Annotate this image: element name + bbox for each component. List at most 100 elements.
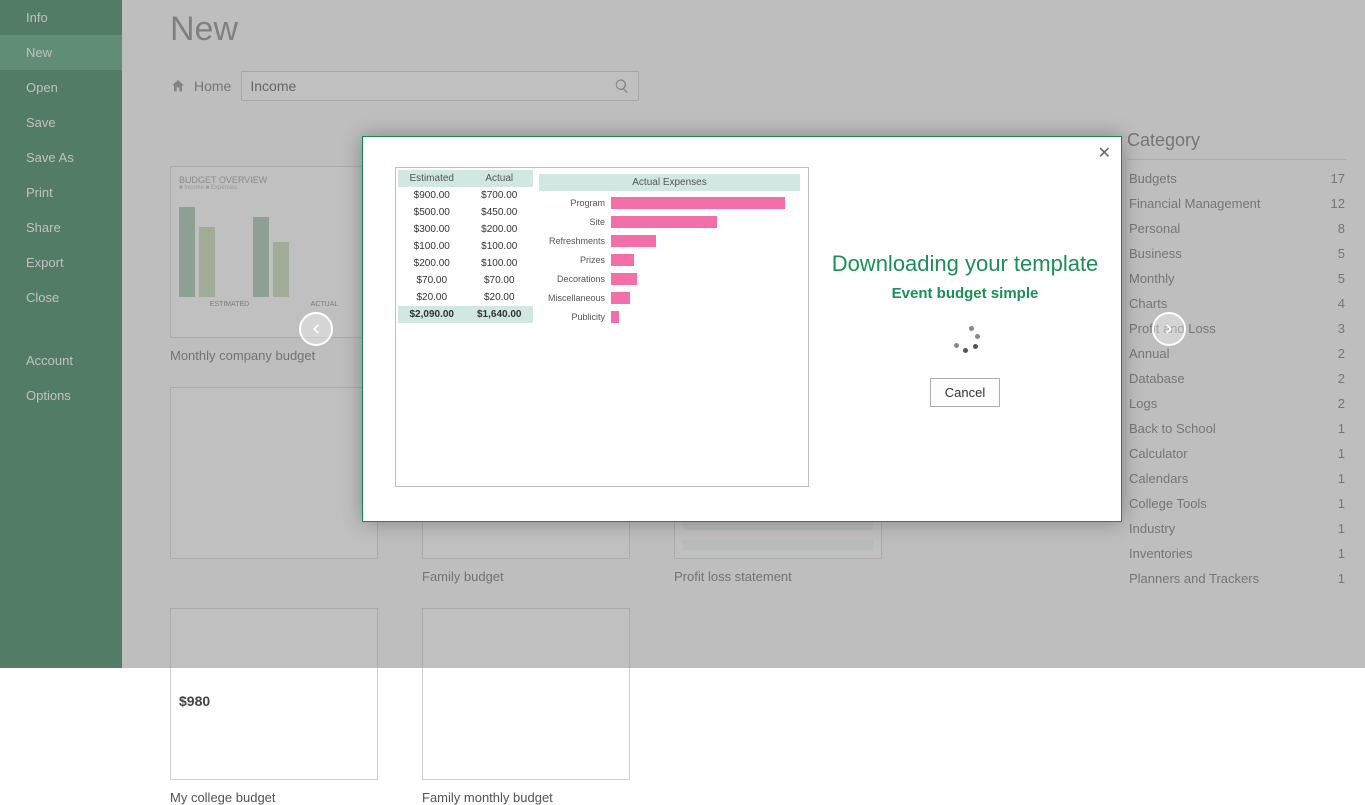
category-name: Business xyxy=(1129,246,1182,261)
sidebar-item-new[interactable]: New xyxy=(0,35,122,70)
category-item[interactable]: Charts 4 xyxy=(1127,291,1347,316)
chart-bar-label: Publicity xyxy=(539,312,611,322)
category-item[interactable]: Personal8 xyxy=(1127,216,1347,241)
category-count: 2 xyxy=(1338,396,1345,411)
category-name: Planners and Trackers xyxy=(1129,571,1259,586)
template-label: Profit loss statement xyxy=(674,569,882,584)
total-estimated: $2,090.00 xyxy=(398,306,466,323)
category-item[interactable]: Calculator1 xyxy=(1127,441,1347,466)
home-icon xyxy=(170,78,186,94)
chart-bar-row: Miscellaneous xyxy=(539,292,800,304)
chart-bar xyxy=(611,254,634,266)
sidebar-item-close[interactable]: Close xyxy=(0,280,122,315)
category-name: Monthly xyxy=(1129,271,1175,286)
table-row: $70.00$70.00 xyxy=(398,272,533,289)
category-item[interactable]: Planners and Trackers1 xyxy=(1127,566,1347,591)
template-thumbnail xyxy=(170,387,378,559)
chart-bar-row: Decorations xyxy=(539,273,800,285)
category-name: College Tools xyxy=(1129,496,1207,511)
search-input[interactable] xyxy=(250,78,614,94)
chart-bar xyxy=(611,273,637,285)
category-count: 17 xyxy=(1331,171,1345,186)
category-count: 1 xyxy=(1338,471,1345,486)
sidebar-item-save[interactable]: Save xyxy=(0,105,122,140)
category-item[interactable]: Annual2 xyxy=(1127,341,1347,366)
category-count: 8 xyxy=(1338,221,1345,236)
category-count: 1 xyxy=(1338,496,1345,511)
category-name: Budgets xyxy=(1129,171,1177,186)
cell-actual: $100.00 xyxy=(466,255,534,272)
category-panel: Category Budgets17Financial Management12… xyxy=(1127,130,1347,591)
sidebar-item-open[interactable]: Open xyxy=(0,70,122,105)
template-card[interactable]: $980 My college budget xyxy=(170,608,378,805)
col-header-estimated: Estimated xyxy=(398,170,466,187)
template-label: Family monthly budget xyxy=(422,790,630,805)
sidebar-item-save-as[interactable]: Save As xyxy=(0,140,122,175)
category-item[interactable]: Database2 xyxy=(1127,366,1347,391)
template-label: My college budget xyxy=(170,790,378,805)
col-header-actual: Actual xyxy=(466,170,534,187)
template-card[interactable]: BUDGET OVERVIEW■ Income ■ ExpensesESTIMA… xyxy=(170,166,378,363)
category-count: 5 xyxy=(1338,271,1345,286)
category-count: 2 xyxy=(1338,371,1345,386)
category-name: Charts xyxy=(1129,296,1167,311)
category-name: Calendars xyxy=(1129,471,1188,486)
sidebar-item-share[interactable]: Share xyxy=(0,210,122,245)
total-actual: $1,640.00 xyxy=(466,306,534,323)
chart-bar-label: Miscellaneous xyxy=(539,293,611,303)
category-item[interactable]: Industry1 xyxy=(1127,516,1347,541)
table-row: $20.00$20.00 xyxy=(398,289,533,306)
category-count: 4 xyxy=(1338,296,1345,311)
category-item[interactable]: Back to School1 xyxy=(1127,416,1347,441)
search-icon[interactable] xyxy=(614,78,630,94)
chart-bar-label: Refreshments xyxy=(539,236,611,246)
sidebar-item-info[interactable]: Info xyxy=(0,0,122,35)
template-search-box[interactable] xyxy=(241,71,639,101)
cell-estimated: $500.00 xyxy=(398,204,466,221)
template-card[interactable]: Family monthly budget xyxy=(422,608,630,805)
prev-template-button[interactable] xyxy=(299,312,333,346)
cell-estimated: $300.00 xyxy=(398,221,466,238)
downloading-template-name: Event budget simple xyxy=(892,285,1039,302)
chart-bar-label: Decorations xyxy=(539,274,611,284)
category-count: 12 xyxy=(1331,196,1345,211)
category-item[interactable]: Calendars 1 xyxy=(1127,466,1347,491)
sidebar-item-options[interactable]: Options xyxy=(0,378,122,413)
table-row: $300.00$200.00 xyxy=(398,221,533,238)
category-count: 1 xyxy=(1338,521,1345,536)
chart-bar-row: Prizes xyxy=(539,254,800,266)
next-template-button[interactable] xyxy=(1152,312,1186,346)
template-thumbnail: $980 xyxy=(170,608,378,780)
sidebar-item-print[interactable]: Print xyxy=(0,175,122,210)
cell-estimated: $100.00 xyxy=(398,238,466,255)
chevron-left-icon xyxy=(309,322,323,336)
category-name: Annual xyxy=(1129,346,1169,361)
cell-actual: $200.00 xyxy=(466,221,534,238)
template-preview-image: Estimated Actual $900.00$700.00$500.00$4… xyxy=(395,167,809,487)
sidebar-item-export[interactable]: Export xyxy=(0,245,122,280)
cell-actual: $20.00 xyxy=(466,289,534,306)
category-item[interactable]: Logs2 xyxy=(1127,391,1347,416)
chevron-right-icon xyxy=(1162,322,1176,336)
category-item[interactable]: Financial Management 12 xyxy=(1127,191,1347,216)
category-item[interactable]: Monthly 5 xyxy=(1127,266,1347,291)
chart-bar-label: Prizes xyxy=(539,255,611,265)
chart-bar xyxy=(611,216,717,228)
downloading-title: Downloading your template xyxy=(832,251,1099,277)
template-card[interactable] xyxy=(170,387,378,584)
home-link[interactable]: Home xyxy=(170,78,231,94)
category-item[interactable]: Inventories1 xyxy=(1127,541,1347,566)
category-item[interactable]: College Tools 1 xyxy=(1127,491,1347,516)
cell-actual: $100.00 xyxy=(466,238,534,255)
page-title: New xyxy=(122,0,1365,59)
sidebar-item-account[interactable]: Account xyxy=(0,343,122,378)
cell-estimated: $200.00 xyxy=(398,255,466,272)
category-item[interactable]: Business5 xyxy=(1127,241,1347,266)
chart-bar-row: Refreshments xyxy=(539,235,800,247)
category-name: Financial Management xyxy=(1129,196,1261,211)
category-item[interactable]: Budgets 17 xyxy=(1127,166,1347,191)
chart-bar xyxy=(611,311,619,323)
backstage-sidebar: InfoNewOpenSaveSave AsPrintShareExportCl… xyxy=(0,0,122,668)
cancel-button[interactable]: Cancel xyxy=(930,378,1000,407)
close-icon[interactable]: ✕ xyxy=(1098,143,1111,163)
